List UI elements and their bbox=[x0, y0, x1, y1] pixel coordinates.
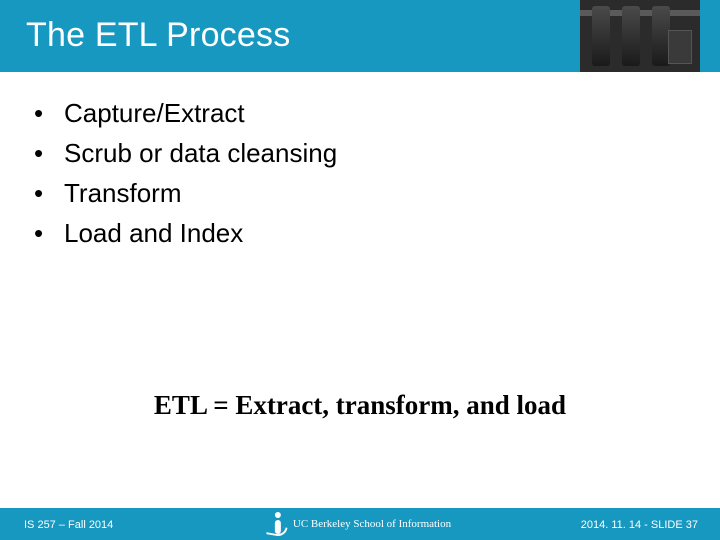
decorative-photo bbox=[580, 0, 700, 72]
photo-door bbox=[668, 30, 692, 64]
bullet-icon: • bbox=[34, 136, 64, 170]
list-item: • Load and Index bbox=[34, 216, 674, 250]
definition-text: ETL = Extract, transform, and load bbox=[0, 390, 720, 421]
bullet-list: • Capture/Extract • Scrub or data cleans… bbox=[34, 96, 674, 256]
bullet-icon: • bbox=[34, 216, 64, 250]
bullet-icon: • bbox=[34, 96, 64, 130]
list-item: • Capture/Extract bbox=[34, 96, 674, 130]
bullet-text: Load and Index bbox=[64, 216, 243, 250]
footer-slide-number: 2014. 11. 14 - SLIDE 37 bbox=[581, 519, 698, 531]
bullet-icon: • bbox=[34, 176, 64, 210]
footer-logo: UC Berkeley School of Information bbox=[269, 512, 451, 536]
ischool-mark-icon bbox=[269, 512, 287, 536]
list-item: • Transform bbox=[34, 176, 674, 210]
bullet-text: Transform bbox=[64, 176, 182, 210]
list-item: • Scrub or data cleansing bbox=[34, 136, 674, 170]
photo-column bbox=[592, 6, 610, 66]
slide-title: The ETL Process bbox=[26, 16, 290, 55]
bullet-text: Scrub or data cleansing bbox=[64, 136, 337, 170]
bullet-text: Capture/Extract bbox=[64, 96, 245, 130]
slide: The ETL Process • Capture/Extract • Scru… bbox=[0, 0, 720, 540]
footer-course: IS 257 – Fall 2014 bbox=[24, 519, 113, 531]
footer-bar: IS 257 – Fall 2014 UC Berkeley School of… bbox=[0, 508, 720, 540]
footer-school: UC Berkeley School of Information bbox=[293, 518, 451, 530]
photo-column bbox=[622, 6, 640, 66]
